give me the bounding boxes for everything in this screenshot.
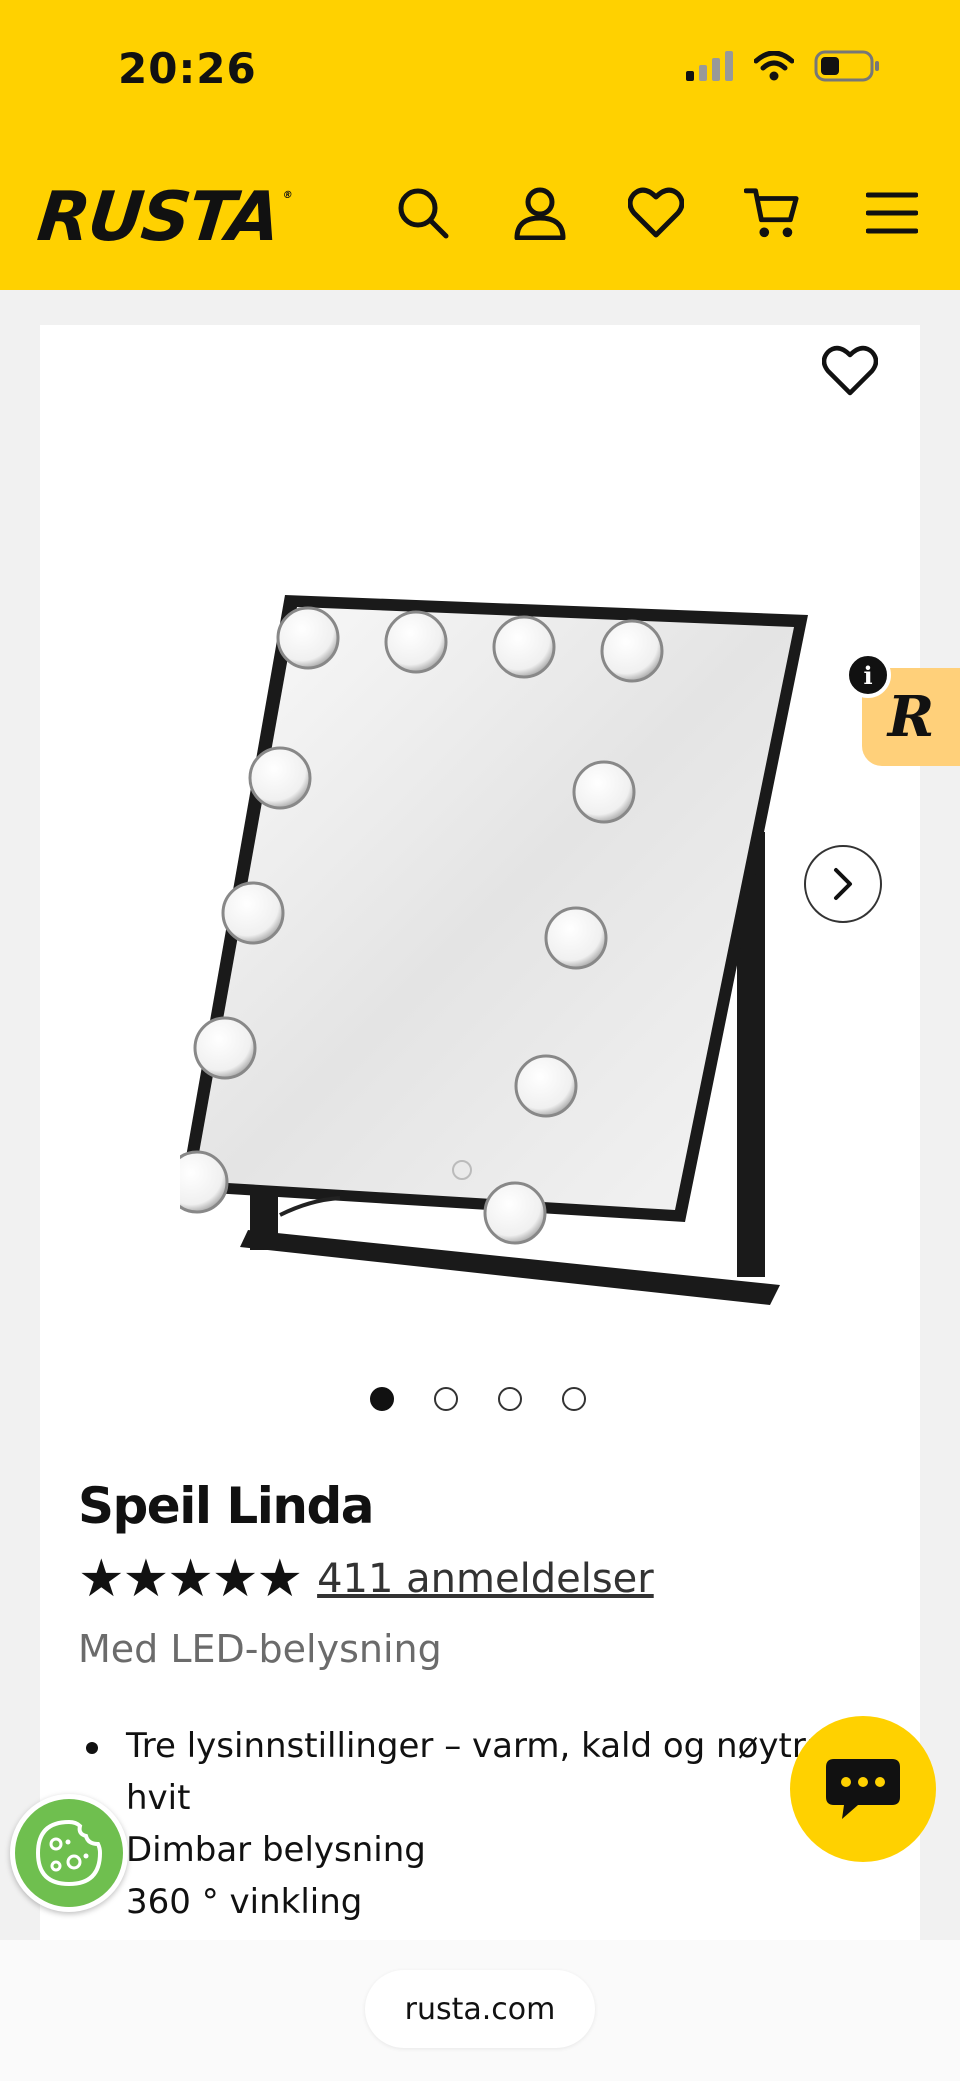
url-field[interactable]: rusta.com (365, 1970, 595, 2048)
heart-icon (821, 345, 879, 396)
hamburger-menu-icon (866, 192, 918, 234)
status-icons (686, 50, 880, 82)
status-time: 20:26 (118, 44, 257, 93)
cart-icon (744, 188, 799, 238)
product-image[interactable] (180, 495, 820, 1345)
gallery-dot-3[interactable] (498, 1387, 522, 1411)
cellular-signal-icon (686, 51, 733, 81)
product-card: Speil Linda ★★★★★ 411 anmeldelser Med LE… (40, 325, 920, 1945)
feature-item: Tre lysinnstillinger – varm, kald og nøy… (78, 1720, 898, 1772)
cart-button[interactable] (744, 185, 800, 241)
heart-icon (628, 187, 684, 238)
gallery-next-button[interactable] (804, 845, 882, 923)
rating-stars: ★★★★★ (78, 1549, 303, 1609)
gallery-dot-1[interactable] (370, 1387, 394, 1411)
info-letter: i (863, 660, 873, 690)
gallery-dot-4[interactable] (562, 1387, 586, 1411)
feature-item: Dimbar belysning (126, 1830, 426, 1870)
menu-button[interactable] (864, 185, 920, 241)
battery-icon (814, 50, 879, 82)
feature-item: hvit (126, 1778, 191, 1818)
chat-bubble-icon (826, 1759, 900, 1819)
product-subtitle: Med LED-belysning (78, 1627, 442, 1671)
rusta-logo[interactable]: RUSTA® (34, 178, 291, 257)
info-icon[interactable]: i (845, 652, 891, 698)
search-icon (398, 188, 449, 239)
status-bar: 20:26 (0, 0, 960, 140)
cookie-icon (35, 1819, 103, 1887)
wifi-icon (754, 51, 794, 81)
browser-bottom-bar: rusta.com (0, 1940, 960, 2081)
product-title: Speil Linda (78, 1477, 375, 1535)
add-to-wishlist-button[interactable] (821, 345, 882, 405)
user-icon (514, 187, 566, 240)
site-header: RUSTA® (0, 140, 960, 290)
gallery-dot-2[interactable] (434, 1387, 458, 1411)
review-badge-letter: R (887, 684, 935, 750)
chevron-right-icon (834, 868, 852, 900)
rating-row: ★★★★★ 411 anmeldelser (78, 1553, 654, 1605)
chat-button[interactable] (790, 1716, 936, 1862)
feature-list: Tre lysinnstillinger – varm, kald og nøy… (78, 1720, 898, 1928)
reviews-link[interactable]: 411 anmeldelser (317, 1556, 654, 1602)
cookie-settings-button[interactable] (10, 1794, 128, 1912)
gallery-pagination (370, 1387, 586, 1411)
wishlist-button[interactable] (628, 185, 684, 241)
search-button[interactable] (395, 185, 451, 241)
account-button[interactable] (512, 185, 568, 241)
feature-item: 360 ° vinkling (126, 1882, 363, 1922)
